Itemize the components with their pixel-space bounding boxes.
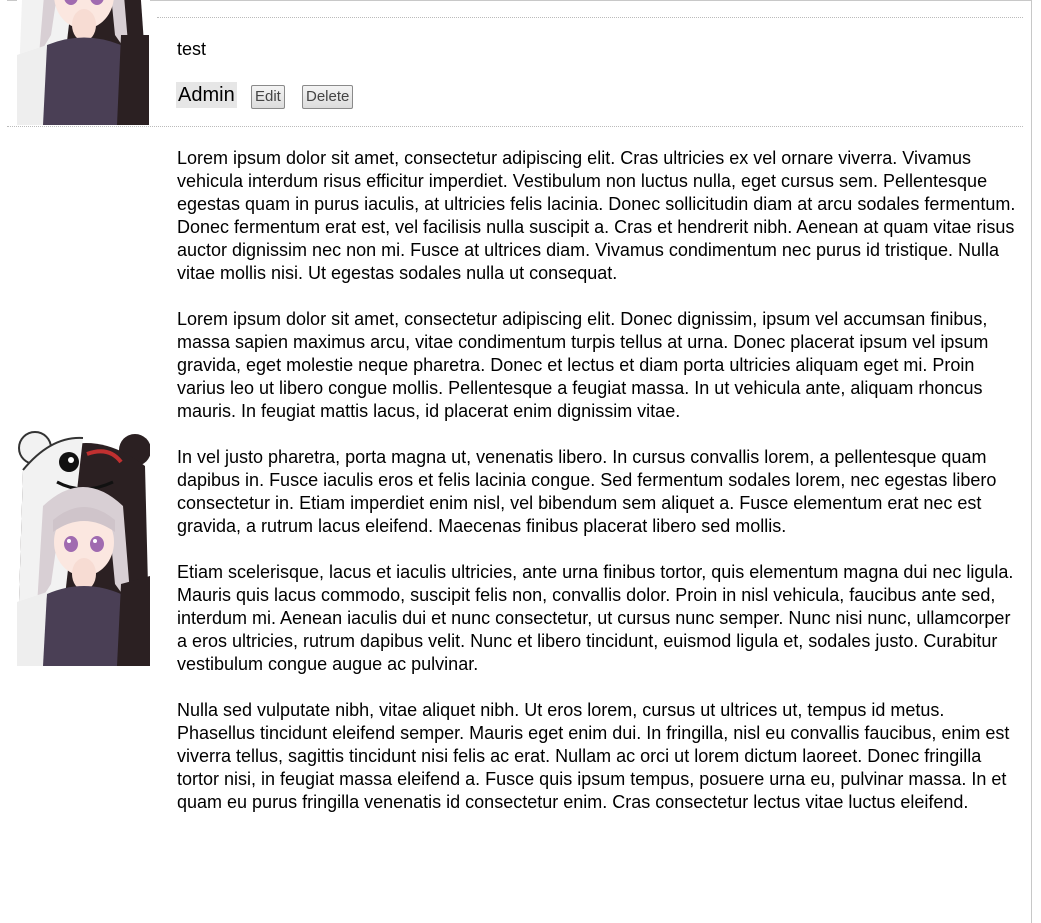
avatar-icon [17, 0, 149, 125]
post-header-avatar [17, 0, 150, 125]
edit-button[interactable]: Edit [251, 85, 285, 109]
avatar-icon [17, 431, 150, 666]
post-paragraph: Lorem ipsum dolor sit amet, consectetur … [177, 309, 989, 421]
delete-button[interactable]: Delete [302, 85, 354, 109]
post-paragraph: Lorem ipsum dolor sit amet, consectetur … [177, 148, 1016, 283]
post-paragraph: Nulla sed vulputate nibh, vitae aliquet … [177, 700, 1010, 812]
post-title: test [177, 39, 207, 59]
divider [7, 126, 1023, 127]
author-badge[interactable]: Admin [176, 82, 237, 108]
post-paragraph: Etiam scelerisque, lacus et iaculis ultr… [177, 562, 1014, 674]
post-paragraph: In vel justo pharetra, porta magna ut, v… [177, 447, 997, 536]
post-author-avatar [17, 426, 150, 666]
post-body: Lorem ipsum dolor sit amet, consectetur … [177, 147, 1017, 837]
divider [157, 17, 1023, 18]
